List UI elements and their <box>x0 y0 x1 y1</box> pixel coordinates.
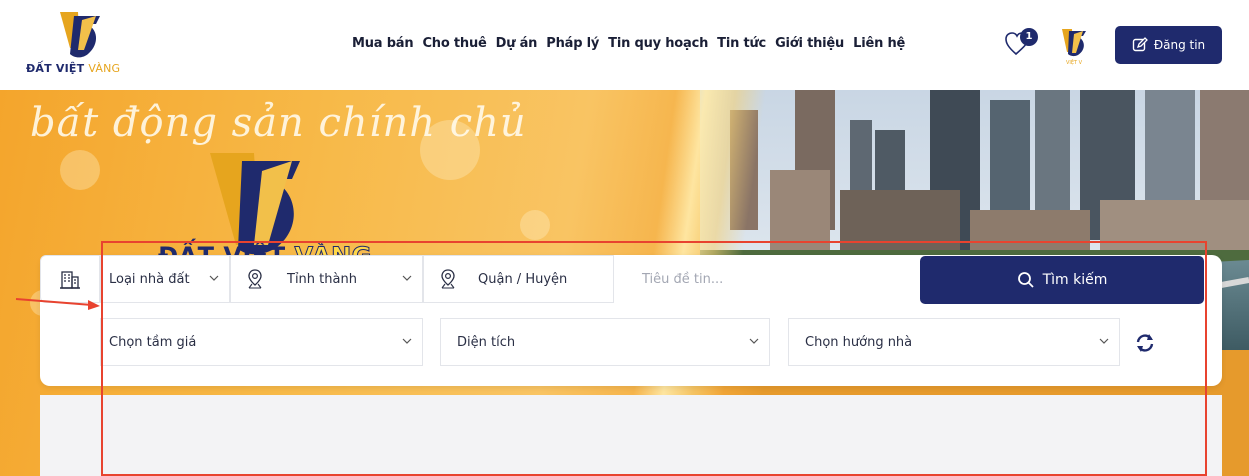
account-logo-icon[interactable]: VIỆT V <box>1059 26 1089 66</box>
nav-item-lien-he[interactable]: Liên hệ <box>853 36 905 51</box>
logo-mark-icon <box>60 12 100 58</box>
nav-item-mua-ban[interactable]: Mua bán <box>352 36 414 51</box>
nav-item-tin-quy-hoach[interactable]: Tin quy hoạch <box>608 36 708 51</box>
annotation-arrow-icon <box>15 298 100 310</box>
site-logo[interactable]: ĐẤT VIỆT VÀNG <box>26 10 136 80</box>
bokeh-decoration <box>520 210 550 240</box>
logo-text-gold: VÀNG <box>88 62 121 75</box>
building-icon <box>60 271 80 289</box>
main-nav: Mua bán Cho thuê Dự án Pháp lý Tin quy h… <box>352 36 914 51</box>
nav-item-du-an[interactable]: Dự án <box>496 36 538 51</box>
post-button-label: Đăng tin <box>1153 38 1206 52</box>
favorites-count-badge: 1 <box>1020 28 1038 46</box>
annotation-highlight-box <box>101 241 1207 476</box>
nav-item-tin-tuc[interactable]: Tin tức <box>717 36 766 51</box>
bokeh-decoration <box>60 150 100 190</box>
banner-tagline: bất động sản chính chủ <box>30 100 527 146</box>
logo-text: ĐẤT VIỆT VÀNG <box>26 62 120 75</box>
edit-icon <box>1132 37 1148 52</box>
mini-logo-text: VIỆT V <box>1066 58 1083 66</box>
post-listing-button[interactable]: Đăng tin <box>1115 26 1222 64</box>
nav-item-phap-ly[interactable]: Pháp lý <box>546 36 599 51</box>
nav-item-cho-thue[interactable]: Cho thuê <box>422 36 486 51</box>
logo-text-dark: ĐẤT VIỆT <box>26 62 85 75</box>
nav-item-gioi-thieu[interactable]: Giới thiệu <box>775 36 844 51</box>
site-header: ĐẤT VIỆT VÀNG Mua bán Cho thuê Dự án Phá… <box>0 0 1249 90</box>
